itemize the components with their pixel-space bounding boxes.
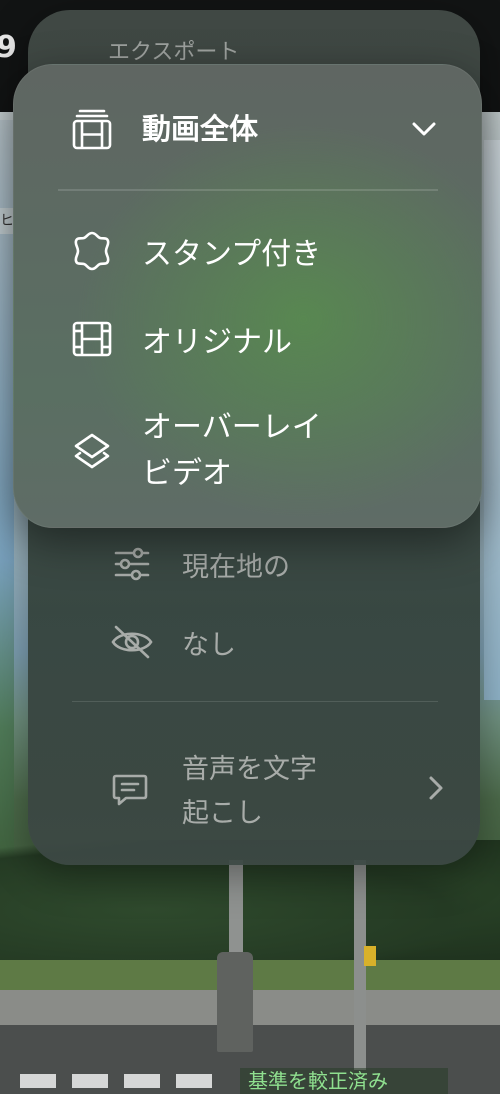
pole-sign: [364, 946, 376, 966]
eye-slash-icon: [110, 620, 154, 664]
calibration-label: 基準を較正済み: [240, 1068, 448, 1094]
left-tag: ヒ: [0, 208, 14, 234]
menu-item-none-label: なし: [182, 629, 236, 661]
right-edge-view: [484, 140, 500, 700]
crosswalk: [20, 1074, 220, 1088]
menu-item-none[interactable]: なし: [110, 620, 236, 664]
video-export-submenu: 動画全体 スタンプ付き オリジナル オーバーレイ ビデオ: [13, 64, 482, 528]
submenu-header-whole-video[interactable]: 動画全体: [14, 65, 481, 187]
stamp-seal-icon: [70, 229, 114, 273]
submenu-divider: [58, 189, 438, 191]
option-stamped[interactable]: スタンプ付き: [70, 229, 450, 273]
submenu-header-label: 動画全体: [142, 112, 259, 146]
option-stamped-label: スタンプ付き: [142, 237, 322, 272]
chevron-down-icon: [404, 109, 444, 149]
menu-item-location-label: 現在地の: [182, 551, 290, 583]
option-overlay-video-label: オーバーレイ ビデオ: [142, 410, 322, 491]
option-overlay-video[interactable]: オーバーレイ ビデオ: [70, 405, 450, 497]
export-menu-title[interactable]: エクスポート: [108, 34, 239, 66]
layers-icon: [70, 429, 114, 473]
menu-item-transcribe-label: 音声を文字 起こし: [182, 754, 317, 829]
sliders-icon: [110, 542, 154, 586]
pole-base: [217, 952, 253, 1052]
top-left-text: 9: [0, 30, 17, 65]
film-stack-icon: [70, 107, 114, 151]
option-original[interactable]: オリジナル: [70, 317, 450, 361]
speech-bubble-icon: [110, 770, 154, 814]
menu-divider: [72, 701, 438, 702]
film-icon: [70, 317, 114, 361]
menu-item-location[interactable]: 現在地の: [110, 542, 290, 586]
chevron-right-icon: [416, 768, 456, 808]
option-original-label: オリジナル: [142, 325, 292, 360]
